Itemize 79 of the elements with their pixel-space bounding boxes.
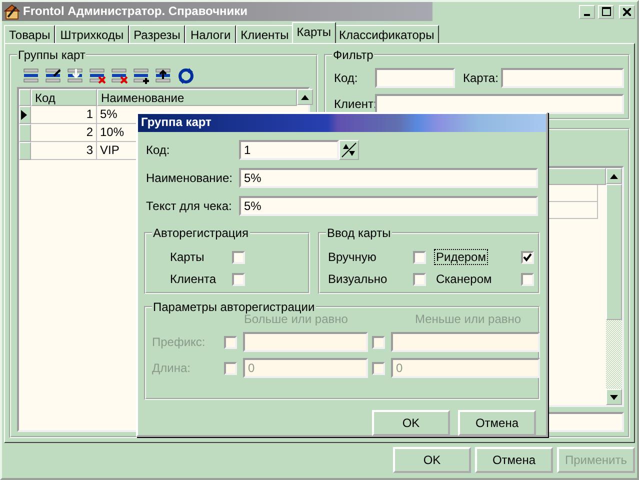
- tab[interactable]: Штрихкоды: [55, 25, 129, 43]
- scroll-thumb[interactable]: [606, 184, 622, 320]
- close-icon: [623, 8, 631, 16]
- arrow-up-rows-icon[interactable]: [155, 67, 173, 85]
- cross-rows-icon[interactable]: [89, 67, 107, 85]
- pencil-rows-icon[interactable]: [45, 67, 63, 85]
- input-field[interactable]: [375, 68, 455, 88]
- field-label: Текст для чека:: [146, 198, 233, 214]
- checkbox-label[interactable]: Вручную: [326, 248, 378, 266]
- field-label: Длина:: [152, 361, 192, 376]
- checkbox[interactable]: [413, 250, 426, 264]
- plus-rows-icon[interactable]: [133, 67, 151, 85]
- input-field[interactable]: 1: [239, 140, 339, 160]
- input-field: 0: [243, 358, 368, 378]
- tab[interactable]: Клиенты: [236, 25, 294, 43]
- table-cell: 1: [31, 106, 97, 124]
- column-header[interactable]: Наименование: [97, 89, 297, 106]
- header-corner: [19, 89, 31, 106]
- scroll-up-button[interactable]: [297, 89, 313, 105]
- field-label: Код:: [146, 142, 171, 158]
- column-header: Больше или равно: [244, 312, 349, 326]
- tab[interactable]: Карты: [292, 22, 336, 43]
- scroll-up-button[interactable]: [606, 168, 622, 184]
- minimize-icon: [584, 14, 590, 16]
- rows-icon[interactable]: [23, 67, 41, 85]
- input-field[interactable]: [501, 68, 624, 88]
- checkbox[interactable]: [232, 250, 245, 264]
- field-label: Наименование:: [146, 170, 234, 186]
- checkbox[interactable]: [521, 250, 534, 264]
- scroll-down-button[interactable]: [606, 389, 622, 405]
- group-title: Фильтр: [332, 48, 374, 62]
- field-label: Карта:: [463, 70, 498, 86]
- table-cell: 3: [31, 142, 97, 160]
- group-title: Группы карт: [17, 48, 86, 62]
- column-header: Меньше или равно: [414, 312, 522, 326]
- close-button[interactable]: [619, 4, 635, 18]
- input-field[interactable]: 5%: [239, 196, 538, 216]
- down-arrow-icon: [610, 395, 618, 400]
- maximize-button[interactable]: [598, 4, 614, 18]
- table-cell: 2: [31, 124, 97, 142]
- input-field[interactable]: [375, 94, 624, 114]
- group-title: Ввод карты: [326, 226, 392, 240]
- dialog-button[interactable]: OK: [393, 447, 471, 473]
- refresh-icon[interactable]: [177, 67, 195, 85]
- checkbox-label[interactable]: Визуально: [326, 270, 390, 288]
- up-arrow-icon: [610, 174, 618, 180]
- maximize-icon: [602, 7, 610, 16]
- up-arrow-icon: [301, 95, 309, 100]
- cross-rows-icon[interactable]: [111, 67, 129, 85]
- tab[interactable]: Разрезы: [128, 25, 186, 43]
- dialog-button[interactable]: Отмена: [475, 447, 553, 473]
- checkbox-label[interactable]: Ридером: [434, 248, 488, 266]
- minimize-button[interactable]: [579, 4, 595, 18]
- input-field[interactable]: 5%: [239, 168, 538, 188]
- field-label: Код:: [333, 70, 359, 86]
- tab[interactable]: Товары: [4, 25, 56, 43]
- group-title: Авторегистрация: [152, 226, 250, 240]
- window-title: Frontol Администратор. Справочники: [23, 4, 249, 19]
- tab[interactable]: Классификаторы: [334, 25, 440, 43]
- row-indicator[interactable]: [19, 106, 31, 124]
- arrow-down-rows-icon[interactable]: [67, 67, 85, 85]
- input-field: 0: [391, 358, 540, 378]
- checkbox-label[interactable]: Сканером: [434, 270, 494, 288]
- spin-button[interactable]: [339, 140, 359, 160]
- checkbox-label[interactable]: Клиента: [170, 272, 232, 286]
- row-pointer-icon: [20, 109, 28, 121]
- field-label: Префикс:: [152, 335, 206, 350]
- dialog-button[interactable]: OK: [372, 410, 450, 436]
- dialog-title: Группа карт: [138, 114, 546, 132]
- checkbox[interactable]: [521, 272, 534, 286]
- app-icon: [4, 4, 20, 20]
- field-label: Клиент:: [333, 96, 375, 112]
- column-header[interactable]: Код: [31, 89, 97, 106]
- checkbox[interactable]: [413, 272, 426, 286]
- dialog-button[interactable]: Отмена: [458, 410, 536, 436]
- checkbox[interactable]: [232, 272, 245, 286]
- group-title: Параметры авторегистрации: [152, 300, 316, 314]
- checkbox-label[interactable]: Карты: [170, 250, 232, 264]
- tab[interactable]: Налоги: [185, 25, 236, 43]
